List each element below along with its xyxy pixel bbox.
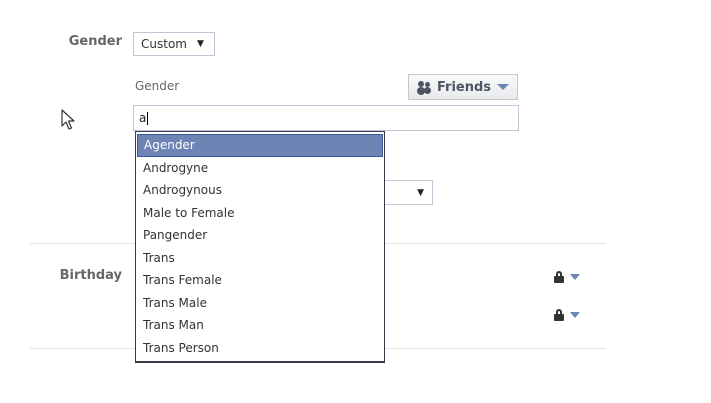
suggestion-item[interactable]: Agender xyxy=(137,134,383,157)
custom-gender-label: Gender xyxy=(135,79,180,93)
birthday-label: Birthday xyxy=(59,268,122,283)
lock-icon xyxy=(554,271,564,283)
audience-selector-button[interactable]: Friends xyxy=(408,74,518,100)
audience-selector-label: Friends xyxy=(436,79,492,95)
suggestion-item[interactable]: Trans Person xyxy=(137,337,383,360)
caret-down-icon xyxy=(570,312,580,318)
gender-select-value: Custom xyxy=(141,37,187,51)
text-cursor xyxy=(147,111,149,125)
birthday-date-privacy-selector[interactable] xyxy=(554,271,580,283)
gender-label: Gender xyxy=(68,34,122,49)
lock-icon xyxy=(554,309,564,321)
chevron-down-icon: ▼ xyxy=(417,187,424,198)
custom-gender-input[interactable]: a xyxy=(133,105,519,131)
chevron-down-icon: ▼ xyxy=(196,39,204,49)
mouse-pointer-icon xyxy=(61,109,75,130)
suggestion-item[interactable]: Trans Female xyxy=(137,269,383,292)
custom-gender-input-value: a xyxy=(139,111,147,125)
suggestion-item[interactable]: Trans Man xyxy=(137,314,383,337)
suggestion-item[interactable]: Androgyne xyxy=(137,157,383,180)
caret-down-icon xyxy=(497,84,510,90)
friends-icon xyxy=(417,81,433,93)
birthday-year-privacy-selector[interactable] xyxy=(554,309,580,321)
caret-down-icon xyxy=(570,274,580,280)
suggestion-item[interactable]: Male to Female xyxy=(137,202,383,225)
suggestion-item[interactable]: Androgynous xyxy=(137,179,383,202)
gender-select[interactable]: Custom ▼ xyxy=(133,32,215,56)
suggestion-item[interactable]: Pangender xyxy=(137,224,383,247)
suggestion-item[interactable]: Trans xyxy=(137,247,383,270)
gender-suggestions-dropdown: Agender Androgyne Androgynous Male to Fe… xyxy=(135,131,385,363)
pronoun-select[interactable]: ▼ xyxy=(380,180,433,205)
suggestion-item[interactable]: Trans Male xyxy=(137,292,383,315)
